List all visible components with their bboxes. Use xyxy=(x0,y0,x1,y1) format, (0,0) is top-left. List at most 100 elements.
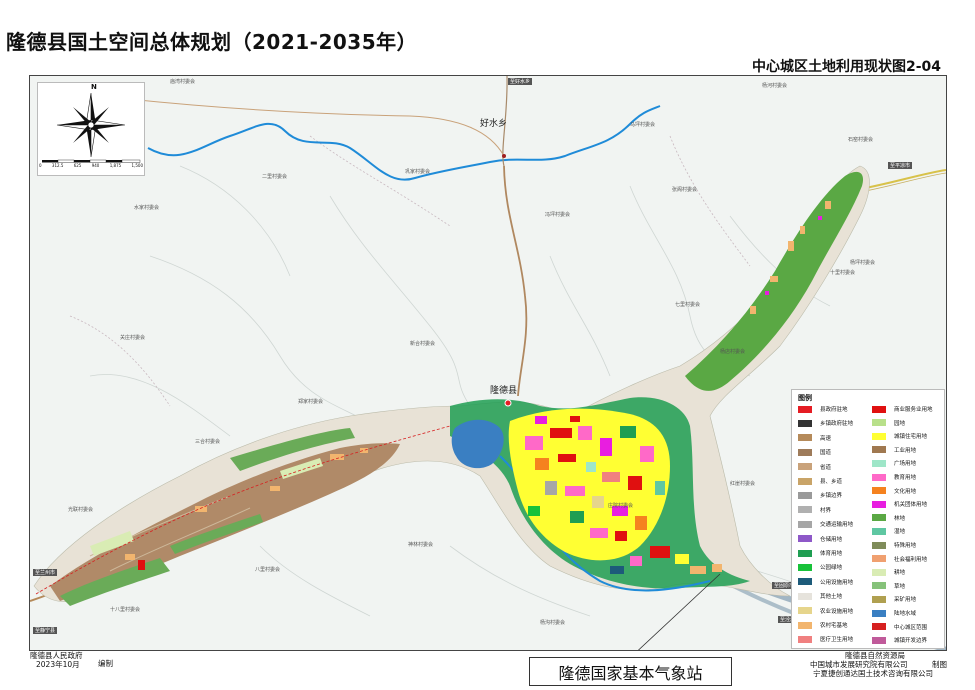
legend-swatch xyxy=(798,448,812,456)
legend-item: 社会福利用地 xyxy=(872,554,927,564)
legend-label: 国道 xyxy=(820,450,832,457)
legend-label: 采矿用地 xyxy=(894,597,917,604)
legend-swatch xyxy=(872,432,886,440)
legend-item: 医疗卫生用地 xyxy=(798,634,853,644)
legend-item: 仓储用地 xyxy=(798,534,842,544)
legend-item: 工业用地 xyxy=(872,445,916,455)
legend-label: 湿地 xyxy=(894,529,906,536)
legend-label: 陆地水域 xyxy=(894,611,917,617)
legend-item: 园地 xyxy=(872,418,905,428)
road-label: 至兰州市 xyxy=(33,569,58,576)
legend-item: 采矿用地 xyxy=(872,594,916,604)
village-label: 光联村委会 xyxy=(68,507,94,513)
legend-swatch xyxy=(798,535,812,543)
village-label: 张阁村委会 xyxy=(672,187,698,193)
village-label: 七里村委会 xyxy=(675,302,701,308)
legend-item: 城镇开发边界 xyxy=(872,635,927,645)
legend-item: 农业设施用地 xyxy=(798,606,853,616)
legend-item: 其他土地 xyxy=(798,591,842,601)
legend-swatch xyxy=(798,621,812,629)
legend-swatch xyxy=(872,514,886,522)
legend-swatch xyxy=(798,491,812,499)
scale-tick: 1,875 xyxy=(109,163,122,168)
legend-swatch xyxy=(872,568,886,576)
weather-station-callout: 隆德国家基本气象站 xyxy=(529,657,732,686)
legend-label: 乡镇边界 xyxy=(820,493,843,500)
map-frame[interactable]: N 0 312.5 625 940 1,875 1,500 好水乡 隆德县 庙湾… xyxy=(29,75,947,651)
scale-tick: 312.5 xyxy=(51,163,64,168)
village-label: 水家村委会 xyxy=(134,205,160,211)
legend-swatch xyxy=(798,405,812,413)
village-label: 三合村委会 xyxy=(195,439,221,445)
county-seat-marker xyxy=(504,399,512,407)
legend-swatch xyxy=(872,459,886,467)
legend-label: 工业用地 xyxy=(894,447,917,454)
legend-label: 农业设施用地 xyxy=(820,608,854,615)
village-label: 杨坪村委会 xyxy=(850,260,876,266)
legend-swatch xyxy=(872,487,886,495)
legend-label: 县政府驻地 xyxy=(820,407,848,413)
legend-label: 教育用地 xyxy=(894,475,917,481)
legend-swatch xyxy=(872,541,886,549)
legend-item: 文化用地 xyxy=(872,486,916,496)
village-label: 关庄村委会 xyxy=(120,335,146,341)
legend-swatch xyxy=(872,595,886,603)
legend-item: 农村宅基地 xyxy=(798,620,848,630)
legend-swatch xyxy=(798,520,812,528)
north-label: N xyxy=(91,83,97,91)
map-title: 隆德县国土空间总体规划（2021-2035年） xyxy=(6,30,418,54)
map-legend: 图例 县政府驻地 乡镇政府驻地 高速 国道 省道 县、乡道 乡镇边界 村界 交通运输用地 仓储用地… xyxy=(791,389,945,649)
legend-label: 体育用地 xyxy=(820,551,843,557)
legend-swatch xyxy=(798,506,812,514)
legend-swatch xyxy=(872,555,886,563)
village-label: 十八里村委会 xyxy=(110,607,141,613)
legend-swatch xyxy=(798,635,812,643)
legend-swatch xyxy=(798,578,812,586)
north-arrow-icon xyxy=(42,92,141,163)
legend-item: 中心城区范围 xyxy=(872,622,927,632)
road-central xyxy=(503,165,528,397)
village-label: 神林村委会 xyxy=(408,542,434,548)
legend-label: 农村宅基地 xyxy=(820,623,848,629)
legend-swatch xyxy=(872,623,886,631)
legend-label: 高速 xyxy=(820,435,832,442)
legend-swatch xyxy=(872,405,886,413)
legend-label: 其他土地 xyxy=(820,594,843,601)
village-label: 二里村委会 xyxy=(262,174,288,180)
scale-bar: 0 312.5 625 940 1,875 1,500 xyxy=(39,163,143,168)
legend-item: 乡镇政府驻地 xyxy=(798,418,853,428)
river-north xyxy=(147,105,661,181)
legend-swatch xyxy=(798,549,812,557)
legend-label: 耕地 xyxy=(894,570,906,577)
township-marker xyxy=(502,154,506,158)
road-label: 至静宁县 xyxy=(33,627,58,634)
legend-label: 特殊用地 xyxy=(894,543,917,549)
legend-swatch xyxy=(872,582,886,590)
scale-tick: 940 xyxy=(91,163,100,168)
legend-item: 商业服务业用地 xyxy=(872,404,933,414)
legend-label: 城镇开发边界 xyxy=(894,638,928,645)
village-label: 庄院村委会 xyxy=(608,503,634,509)
legend-label: 村界 xyxy=(820,507,832,514)
legend-swatch xyxy=(798,419,812,427)
township-label: 好水乡 xyxy=(480,119,508,129)
village-label: 八里村委会 xyxy=(255,567,281,573)
legend-label: 广场用地 xyxy=(894,461,917,468)
legend-label: 社会福利用地 xyxy=(894,556,928,563)
village-label: 郑家村委会 xyxy=(298,399,324,405)
scale-tick: 0 xyxy=(39,163,42,168)
legend-label: 商业服务业用地 xyxy=(894,407,933,413)
legend-swatch xyxy=(798,477,812,485)
legend-item: 公园绿地 xyxy=(798,562,842,572)
legend-label: 园地 xyxy=(894,420,906,427)
village-label: 庙湾村委会 xyxy=(170,79,196,85)
legend-swatch xyxy=(798,463,812,471)
legend-label: 省道 xyxy=(820,464,832,471)
legend-item: 林地 xyxy=(872,513,905,523)
footer-company: 宁夏捷创通达国土技术咨询有限公司 xyxy=(813,669,933,678)
legend-item: 机关团体用地 xyxy=(872,499,927,509)
legend-swatch xyxy=(872,609,886,617)
legend-swatch xyxy=(872,527,886,535)
footer-date: 2023年10月 xyxy=(36,660,80,669)
legend-swatch xyxy=(798,434,812,442)
